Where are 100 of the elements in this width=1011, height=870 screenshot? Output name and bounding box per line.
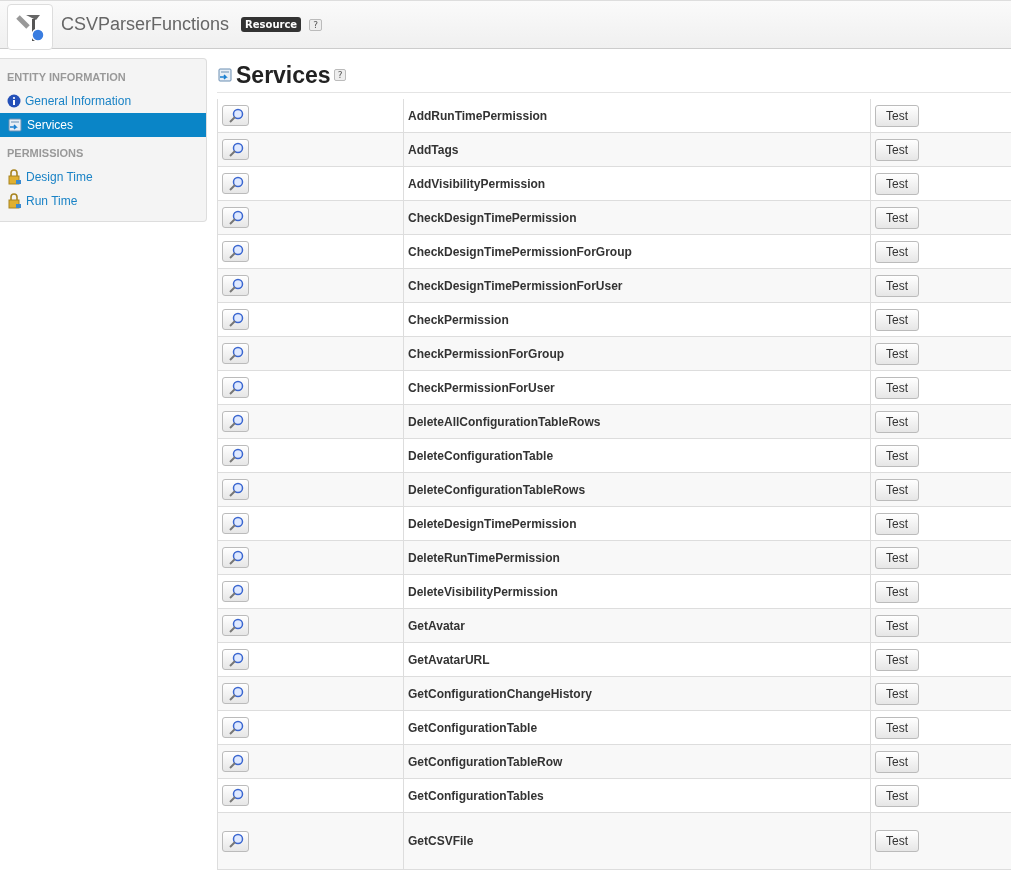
inspect-button[interactable] [222,241,249,262]
services-icon [7,117,23,133]
inspect-button[interactable] [222,411,249,432]
magnifier-icon [227,379,244,396]
service-name: CheckDesignTimePermissionForGroup [408,244,632,259]
test-button[interactable]: Test [875,444,919,467]
inspect-button[interactable] [222,717,249,738]
magnifier-icon [227,141,244,158]
service-name: CheckDesignTimePermissionForUser [408,278,623,293]
inspect-button[interactable] [222,309,249,330]
test-button[interactable]: Test [875,546,919,569]
inspect-button[interactable] [222,275,249,296]
test-button[interactable]: Test [875,410,919,433]
magnifier-icon [227,719,244,736]
magnifier-icon [227,481,244,498]
test-button[interactable]: Test [875,580,919,603]
lock-icon [7,169,22,185]
test-button[interactable]: Test [875,478,919,501]
test-button[interactable]: Test [875,648,919,671]
inspect-button[interactable] [222,207,249,228]
sidebar-item[interactable]: General Information [0,89,206,113]
test-button[interactable]: Test [875,512,919,535]
magnifier-icon [227,345,244,362]
service-name: GetConfigurationTableRow [408,754,563,769]
test-button[interactable]: Test [875,206,919,229]
service-name: DeleteConfigurationTableRows [408,482,586,497]
test-button[interactable]: Test [875,716,919,739]
test-button[interactable]: Test [875,830,919,852]
test-button[interactable]: Test [875,274,919,297]
inspect-button[interactable] [222,830,249,852]
test-button[interactable]: Test [875,104,919,127]
resource-badge: Resource [241,17,302,32]
magnifier-icon [227,515,244,532]
sidebar-item[interactable]: Services [0,113,206,137]
test-button[interactable]: Test [875,376,919,399]
test-button[interactable]: Test [875,342,919,365]
service-name: DeleteDesignTimePermission [408,516,577,531]
inspect-button[interactable] [222,139,249,160]
entity-title: CSVParserFunctions [61,14,230,35]
magnifier-icon [227,311,244,328]
service-name: CheckDesignTimePermission [408,210,577,225]
sidebar-item[interactable]: Design Time [0,165,206,189]
service-name: DeleteAllConfigurationTableRows [408,414,601,429]
test-button[interactable]: Test [875,138,919,161]
inspect-button[interactable] [222,751,249,772]
sidebar-heading: PERMISSIONS [6,146,85,161]
service-name: CheckPermission [408,312,509,327]
page-title: Services [236,61,331,89]
service-name: CheckPermissionForUser [408,380,555,395]
help-button[interactable]: ? [309,18,322,31]
inspect-button[interactable] [222,683,249,704]
sidebar-heading: ENTITY INFORMATION [6,70,127,85]
magnifier-icon [227,583,244,600]
magnifier-icon [227,243,244,260]
service-name: GetConfigurationChangeHistory [408,686,592,701]
test-button[interactable]: Test [875,682,919,705]
inspect-button[interactable] [222,343,249,364]
test-button[interactable]: Test [875,784,919,807]
inspect-button[interactable] [222,377,249,398]
inspect-button[interactable] [222,785,249,806]
test-button[interactable]: Test [875,614,919,637]
service-name: GetCSVFile [408,834,474,848]
inspect-button[interactable] [222,513,249,534]
magnifier-icon [227,277,244,294]
help-button[interactable]: ? [333,69,347,81]
magnifier-icon [227,107,244,124]
service-name: DeleteVisibilityPermission [408,584,558,599]
inspect-button[interactable] [222,445,249,466]
magnifier-icon [227,685,244,702]
service-name: GetConfigurationTables [408,788,544,803]
test-button[interactable]: Test [875,308,919,331]
inspect-button[interactable] [222,479,249,500]
service-name: AddRunTimePermission [408,108,548,123]
magnifier-icon [227,175,244,192]
magnifier-icon [227,549,244,566]
magnifier-icon [227,753,244,770]
test-button[interactable]: Test [875,172,919,195]
test-button[interactable]: Test [875,240,919,263]
inspect-button[interactable] [222,615,249,636]
magnifier-icon [227,209,244,226]
service-name: GetConfigurationTable [408,720,538,735]
inspect-button[interactable] [222,105,249,126]
info-icon [7,94,21,108]
inspect-button[interactable] [222,547,249,568]
service-name: GetAvatar [408,618,465,633]
magnifier-icon [227,651,244,668]
inspect-button[interactable] [222,649,249,670]
service-name: GetAvatarURL [408,652,490,667]
inspect-button[interactable] [222,173,249,194]
service-name: CheckPermissionForGroup [408,346,565,361]
magnifier-icon [227,787,244,804]
lock-icon [7,193,22,209]
service-name: DeleteRunTimePermission [408,550,560,565]
services-icon [217,67,233,83]
inspect-button[interactable] [222,581,249,602]
magnifier-icon [227,413,244,430]
sidebar-item[interactable]: Run Time [0,189,206,213]
magnifier-icon [227,833,244,849]
service-name: DeleteConfigurationTable [408,448,554,463]
test-button[interactable]: Test [875,750,919,773]
